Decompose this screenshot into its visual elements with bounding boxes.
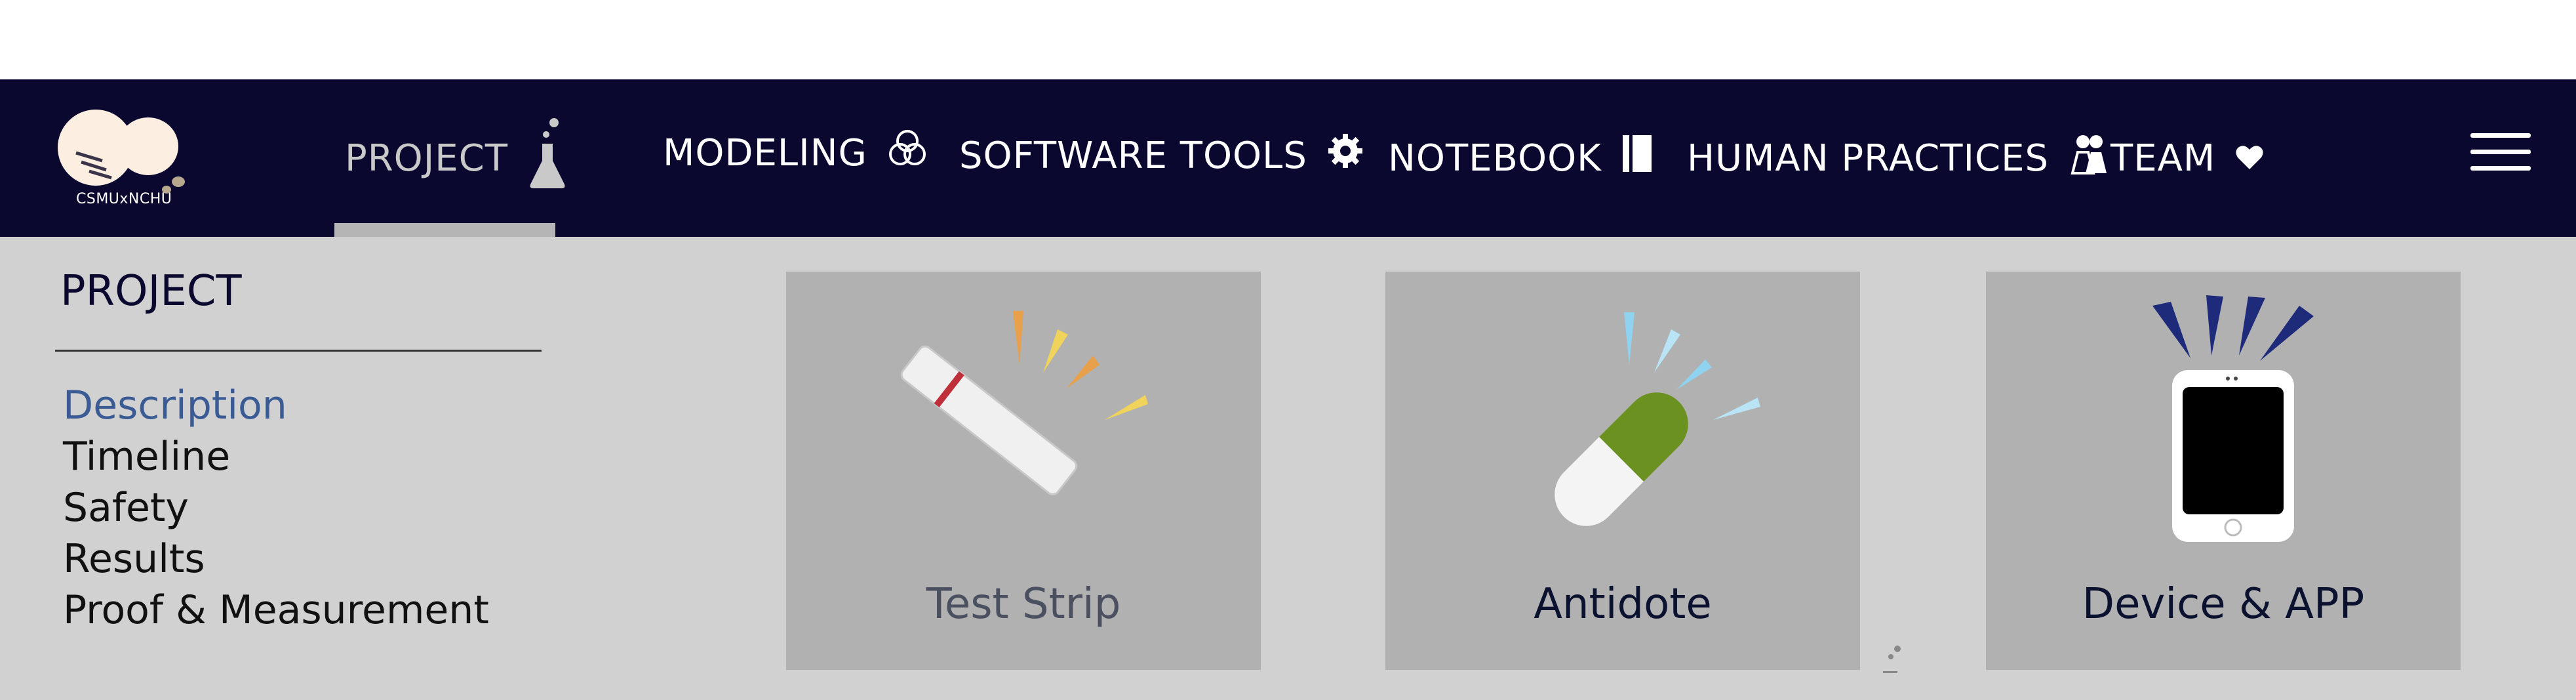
menu-item-timeline[interactable]: Timeline (63, 431, 489, 482)
hamburger-menu-button[interactable] (2470, 133, 2531, 171)
nav-team-label: TEAM (2110, 136, 2216, 180)
card-test-strip[interactable]: Test Strip (786, 272, 1261, 670)
card-test-strip-label: Test Strip (926, 580, 1121, 628)
three-circles-icon (887, 128, 928, 178)
small-flask-icon (1879, 645, 1905, 679)
card-device-app[interactable]: Device & APP (1986, 272, 2461, 670)
logo-text: CSMUxNCHU (76, 191, 172, 207)
card-antidote[interactable]: Antidote (1385, 272, 1860, 670)
top-navigation-bar: CSMUxNCHU PROJECT MODELING SOFTWARE TOOL… (0, 79, 2576, 237)
menu-item-safety[interactable]: Safety (63, 482, 489, 533)
people-icon (2069, 133, 2110, 184)
menu-item-results[interactable]: Results (63, 533, 489, 585)
logo[interactable]: CSMUxNCHU (51, 107, 208, 212)
pill-icon (1555, 312, 1760, 526)
nav-modeling-label: MODELING (663, 131, 867, 175)
card-device-app-label: Device & APP (2082, 580, 2365, 628)
nav-human-practices-label: HUMAN PRACTICES (1687, 136, 2050, 180)
nav-software-tools[interactable]: SOFTWARE TOOLS (959, 77, 1364, 234)
flask-icon (528, 117, 567, 199)
gear-icon (1327, 133, 1364, 178)
dropdown-title: PROJECT (60, 267, 242, 316)
menu-item-description[interactable]: Description (63, 380, 489, 431)
card-antidote-label: Antidote (1534, 580, 1712, 628)
dropdown-menu-list: Description Timeline Safety Results Proo… (63, 380, 489, 636)
phone-icon (2152, 295, 2314, 542)
test-strip-icon (900, 311, 1148, 496)
nav-project-label: PROJECT (345, 136, 508, 180)
nav-modeling[interactable]: MODELING (663, 74, 928, 232)
divider (55, 350, 542, 352)
nav-notebook[interactable]: NOTEBOOK (1388, 79, 1653, 237)
nav-team[interactable]: TEAM (2110, 79, 2264, 237)
nav-software-tools-label: SOFTWARE TOOLS (959, 134, 1307, 177)
active-tab-indicator (334, 223, 555, 237)
menu-item-proof-measurement[interactable]: Proof & Measurement (63, 585, 489, 636)
hamburger-icon (2470, 133, 2531, 138)
nav-notebook-label: NOTEBOOK (1388, 136, 1602, 180)
project-dropdown-panel: PROJECT Description Timeline Safety Resu… (0, 237, 2576, 700)
hamburger-line (2470, 150, 2531, 154)
nav-human-practices[interactable]: HUMAN PRACTICES (1687, 79, 2110, 237)
hamburger-line (2470, 166, 2531, 171)
heart-icon (2235, 137, 2264, 180)
notebook-icon (1621, 134, 1653, 182)
nav-project[interactable]: PROJECT (345, 79, 567, 237)
